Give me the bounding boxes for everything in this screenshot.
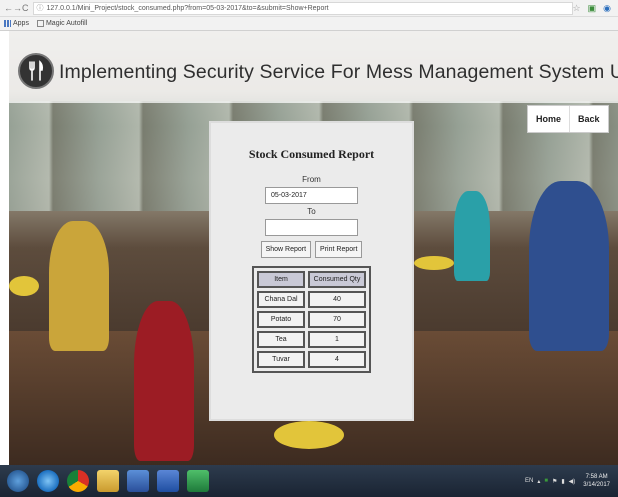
bookmark-apps[interactable]: Apps (4, 20, 29, 27)
extension-icon[interactable]: ▣ (588, 3, 597, 14)
page-content: Implementing Security Service For Mess M… (9, 31, 618, 465)
item-cell: Chana Dal (257, 291, 305, 308)
background-table (274, 421, 344, 449)
from-label: From (302, 175, 321, 184)
nav-home-link[interactable]: Home (528, 106, 569, 132)
top-navigation: Home Back (527, 105, 609, 133)
stock-report-panel: Stock Consumed Report From 05-03-2017 To… (209, 121, 414, 421)
background-person (529, 181, 609, 351)
extension-icon-2[interactable]: ◉ (603, 3, 611, 14)
back-arrow-icon[interactable]: ← (4, 3, 13, 13)
to-label: To (307, 207, 316, 216)
url-text: 127.0.0.1/Mini_Project/stock_consumed.ph… (46, 4, 329, 12)
star-icon[interactable]: ☆ (573, 3, 581, 14)
tray-flag-icon[interactable]: ⚑ (552, 478, 557, 485)
tray-arrow-icon[interactable]: ▴ (537, 478, 540, 485)
system-tray: EN ▴ ■ ⚑ ▮ ◀) 7:58 AM 3/14/2017 (525, 473, 618, 489)
file-explorer-icon[interactable] (97, 470, 119, 492)
tray-app-icon[interactable]: ■ (544, 478, 548, 484)
clock-date: 3/14/2017 (583, 482, 610, 488)
forward-arrow-icon[interactable]: → (13, 3, 22, 13)
background-person (454, 191, 490, 281)
item-cell: Potato (257, 311, 305, 328)
tray-language-icon[interactable]: EN (525, 478, 533, 484)
site-title: Implementing Security Service For Mess M… (59, 61, 618, 83)
to-date-input[interactable] (265, 219, 358, 236)
from-date-input[interactable]: 05-03-2017 (265, 187, 358, 204)
os-taskbar: EN ▴ ■ ⚑ ▮ ◀) 7:58 AM 3/14/2017 (0, 465, 618, 497)
column-header-consumed-qty: Consumed Qty (308, 271, 366, 288)
show-report-button[interactable]: Show Report (260, 241, 312, 258)
site-header: Implementing Security Service For Mess M… (9, 31, 618, 103)
table-row: Potato 70 (257, 311, 366, 328)
background-table (9, 276, 39, 296)
tray-volume-icon[interactable]: ◀) (569, 478, 576, 485)
page-icon (36, 20, 44, 27)
word-icon[interactable] (157, 470, 179, 492)
stock-table: Item Consumed Qty Chana Dal 40 Potato 70… (252, 266, 371, 373)
bookmarks-bar: Apps Magic Autofill (0, 17, 618, 31)
table-row: Tuvar 4 (257, 351, 366, 368)
background-table (414, 256, 454, 270)
media-player-icon[interactable] (127, 470, 149, 492)
apps-grid-icon (4, 20, 11, 27)
fork-knife-logo-icon (18, 53, 54, 89)
qty-cell: 70 (308, 311, 366, 328)
qty-cell: 40 (308, 291, 366, 308)
address-bar[interactable]: ⓘ 127.0.0.1/Mini_Project/stock_consumed.… (32, 1, 573, 15)
internet-explorer-icon[interactable] (37, 470, 59, 492)
print-report-button[interactable]: Print Report (315, 241, 363, 258)
browser-toolbar: ← → C ⓘ 127.0.0.1/Mini_Project/stock_con… (0, 0, 618, 17)
column-header-item: Item (257, 271, 305, 288)
background-person (49, 221, 109, 351)
tray-network-icon[interactable]: ▮ (561, 478, 564, 485)
table-row: Chana Dal 40 (257, 291, 366, 308)
background-person (134, 301, 194, 461)
item-cell: Tea (257, 331, 305, 348)
item-cell: Tuvar (257, 351, 305, 368)
clock-time: 7:58 AM (585, 474, 608, 480)
start-button-icon[interactable] (7, 470, 29, 492)
bookmark-magic-autofill[interactable]: Magic Autofill (36, 20, 87, 27)
taskbar-clock[interactable]: 7:58 AM 3/14/2017 (583, 473, 610, 489)
nav-back-link[interactable]: Back (569, 106, 608, 132)
qty-cell: 4 (308, 351, 366, 368)
chrome-icon[interactable] (67, 470, 89, 492)
publisher-icon[interactable] (187, 470, 209, 492)
table-header-row: Item Consumed Qty (257, 271, 366, 288)
report-title: Stock Consumed Report (248, 147, 375, 161)
qty-cell: 1 (308, 331, 366, 348)
table-row: Tea 1 (257, 331, 366, 348)
page-info-icon[interactable]: ⓘ (37, 3, 44, 13)
reload-icon[interactable]: C (22, 3, 29, 13)
